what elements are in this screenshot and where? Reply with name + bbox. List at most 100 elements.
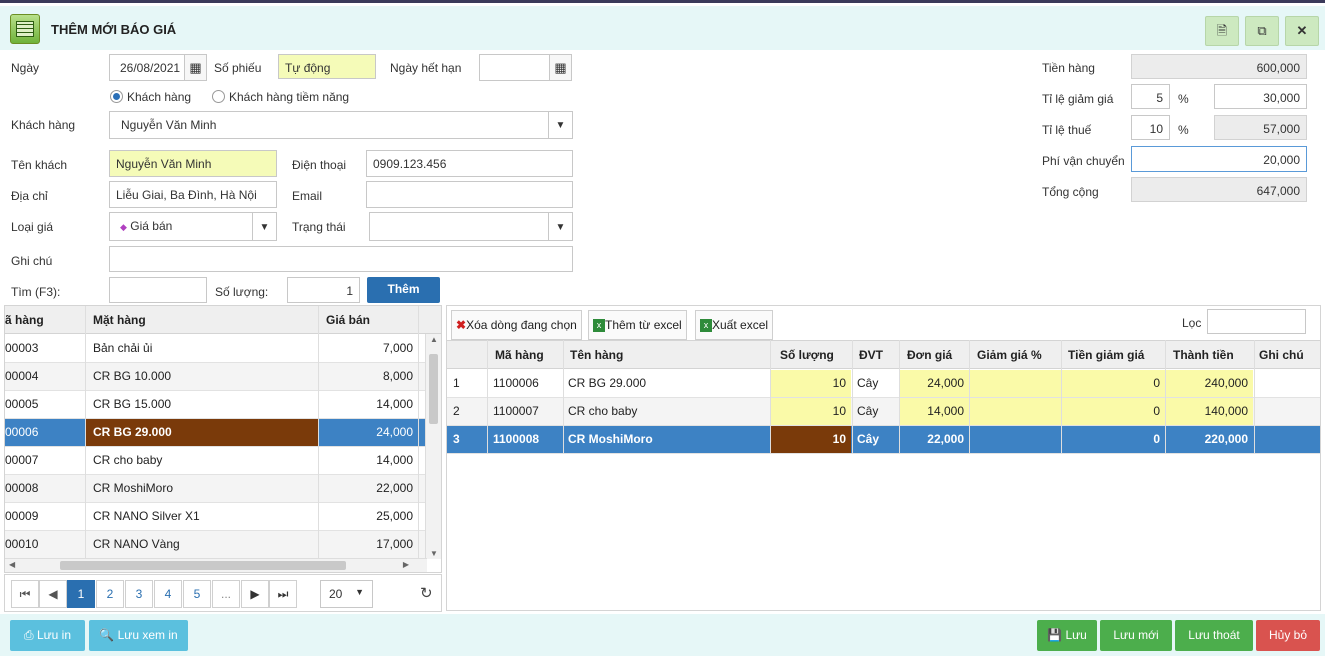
huy-bo-button[interactable]: Hủy bỏ: [1256, 620, 1320, 651]
col-gia-ban[interactable]: Giá bán: [326, 306, 416, 334]
page-3[interactable]: 3: [125, 580, 153, 608]
cell-disc-pct[interactable]: [969, 398, 1061, 425]
ngay-het-han-input[interactable]: ▦: [479, 54, 572, 81]
cell-qty[interactable]: 10: [771, 398, 851, 425]
them-excel-button[interactable]: x Thêm từ excel: [588, 310, 687, 340]
cell-note[interactable]: [1255, 398, 1319, 425]
xoa-dong-button[interactable]: ✖Xóa dòng đang chọn: [451, 310, 582, 340]
col-giam-gia-pct[interactable]: Giảm giá %: [977, 341, 1042, 369]
table-row[interactable]: 00008 CR MoshiMoro 22,000: [5, 475, 427, 503]
horizontal-scrollbar[interactable]: ◀ ▶: [5, 558, 427, 572]
page-1[interactable]: 1: [67, 580, 95, 608]
copy-icon[interactable]: ⧉: [1245, 16, 1279, 46]
so-phieu-input[interactable]: Tự động: [278, 54, 376, 79]
luu-moi-button[interactable]: Lưu mới: [1100, 620, 1172, 651]
luu-in-button[interactable]: ⎙ Lưu in: [10, 620, 85, 651]
col-don-gia[interactable]: Đơn giá: [907, 341, 952, 369]
table-row[interactable]: 1 1100006 CR BG 29.000 10 Cây 24,000 0 240,000: [447, 370, 1320, 398]
ten-khach-input[interactable]: Nguyễn Văn Minh: [109, 150, 277, 177]
col-ghi-chu[interactable]: Ghi chú: [1259, 341, 1304, 369]
table-row[interactable]: 00003 Bản chải ủi 7,000: [5, 335, 427, 363]
loc-input[interactable]: [1207, 309, 1306, 334]
prev-page-icon[interactable]: ◀: [39, 580, 67, 608]
refresh-icon[interactable]: ↻: [420, 584, 433, 602]
col-thanh-tien[interactable]: Thành tiền: [1173, 341, 1234, 369]
page-2[interactable]: 2: [96, 580, 124, 608]
giam-gia-value-input[interactable]: 30,000: [1214, 84, 1307, 109]
calendar-icon[interactable]: ▦: [549, 55, 571, 80]
first-page-icon[interactable]: ⏮: [11, 580, 39, 608]
radio-khach-hang-tiem-nang[interactable]: [212, 90, 225, 103]
product-grid-header: ã hàng Mặt hàng Giá bán: [5, 306, 441, 334]
luu-thoat-button[interactable]: Lưu thoát: [1175, 620, 1253, 651]
cell-qty[interactable]: 10: [771, 426, 851, 453]
chevron-down-icon[interactable]: ▼: [548, 112, 572, 138]
calendar-icon[interactable]: ▦: [184, 55, 206, 80]
so-phieu-label: Số phiếu: [214, 61, 262, 75]
khach-hang-select[interactable]: Nguyễn Văn Minh ▼: [109, 111, 573, 139]
page-5[interactable]: 5: [183, 580, 211, 608]
table-row[interactable]: 2 1100007 CR cho baby 10 Cây 14,000 0 140,000: [447, 398, 1320, 426]
trang-thai-select[interactable]: ▼: [369, 212, 573, 241]
tien-hang-label: Tiền hàng: [1042, 61, 1095, 75]
cell-disc-amt[interactable]: 0: [1061, 426, 1165, 453]
ghi-chu-label: Ghi chú: [11, 254, 53, 268]
close-icon[interactable]: ✕: [1285, 16, 1319, 46]
dien-thoai-input[interactable]: 0909.123.456: [366, 150, 573, 177]
title-bar: THÊM MỚI BÁO GIÁ 🗎 ⧉ ✕: [0, 6, 1325, 50]
chevron-down-icon[interactable]: ▼: [548, 213, 572, 240]
table-row[interactable]: 00010 CR NANO Vàng 17,000: [5, 531, 427, 559]
document-icon[interactable]: 🗎: [1205, 16, 1239, 46]
page-size-select[interactable]: 20 ▼: [320, 580, 373, 608]
tim-input[interactable]: [109, 277, 207, 303]
table-row[interactable]: 3 1100008 CR MoshiMoro 10 Cây 22,000 0 220,000: [447, 426, 1320, 454]
loai-gia-select[interactable]: ◆ Giá bán ▼: [109, 212, 277, 241]
col-ma-hang[interactable]: Mã hàng: [495, 341, 544, 369]
radio-khach-hang[interactable]: [110, 90, 123, 103]
page-4[interactable]: 4: [154, 580, 182, 608]
cell-disc-pct[interactable]: [969, 370, 1061, 397]
last-page-icon[interactable]: ⏭: [269, 580, 297, 608]
cell-disc-amt[interactable]: 0: [1061, 370, 1165, 397]
cell-note[interactable]: [1255, 370, 1319, 397]
thue-pct-input[interactable]: 10: [1131, 115, 1170, 140]
ghi-chu-input[interactable]: [109, 246, 573, 272]
next-page-icon[interactable]: ▶: [241, 580, 269, 608]
luu-button[interactable]: 💾 Lưu: [1037, 620, 1097, 651]
cell-disc-amt[interactable]: 0: [1061, 398, 1165, 425]
table-row[interactable]: 00006 CR BG 29.000 24,000: [5, 419, 427, 447]
so-luong-input[interactable]: 1: [287, 277, 360, 303]
col-ten-hang[interactable]: Tên hàng: [570, 341, 623, 369]
phi-vc-input[interactable]: 20,000: [1131, 146, 1307, 172]
cell-unit: Cây: [857, 376, 879, 390]
cell-unit: Cây: [857, 432, 880, 446]
col-tien-giam-gia[interactable]: Tiền giảm giá: [1068, 341, 1144, 369]
ngay-date-input[interactable]: 26/08/2021 ▦: [109, 54, 207, 81]
email-input[interactable]: [366, 181, 573, 208]
col-ma-hang[interactable]: ã hàng: [5, 306, 85, 334]
luu-in-label: Lưu in: [36, 628, 71, 642]
col-mat-hang[interactable]: Mặt hàng: [93, 306, 313, 334]
page-ellipsis[interactable]: ...: [212, 580, 240, 608]
table-row[interactable]: 00007 CR cho baby 14,000: [5, 447, 427, 475]
cell-price[interactable]: 22,000: [899, 426, 969, 453]
cell-code: 00010: [5, 537, 39, 551]
xuat-excel-button[interactable]: x Xuất excel: [695, 310, 774, 340]
col-so-luong[interactable]: Số lượng: [780, 341, 834, 369]
cell-disc-pct[interactable]: [969, 426, 1061, 453]
table-row[interactable]: 00009 CR NANO Silver X1 25,000: [5, 503, 427, 531]
cell-name: CR BG 15.000: [93, 397, 172, 411]
giam-gia-pct-input[interactable]: 5: [1131, 84, 1170, 109]
them-button[interactable]: Thêm: [367, 277, 440, 303]
cell-qty[interactable]: 10: [771, 370, 851, 397]
cell-note[interactable]: [1255, 426, 1319, 453]
cell-price[interactable]: 14,000: [899, 398, 969, 425]
chevron-down-icon[interactable]: ▼: [252, 213, 276, 240]
table-row[interactable]: 00005 CR BG 15.000 14,000: [5, 391, 427, 419]
col-dvt[interactable]: ĐVT: [859, 341, 883, 369]
cell-price[interactable]: 24,000: [899, 370, 969, 397]
luu-xem-in-button[interactable]: 🔍 Lưu xem in: [89, 620, 188, 651]
vertical-scrollbar[interactable]: ▲ ▼: [425, 334, 441, 559]
dia-chi-input[interactable]: Liễu Giai, Ba Đình, Hà Nội: [109, 181, 277, 208]
table-row[interactable]: 00004 CR BG 10.000 8,000: [5, 363, 427, 391]
